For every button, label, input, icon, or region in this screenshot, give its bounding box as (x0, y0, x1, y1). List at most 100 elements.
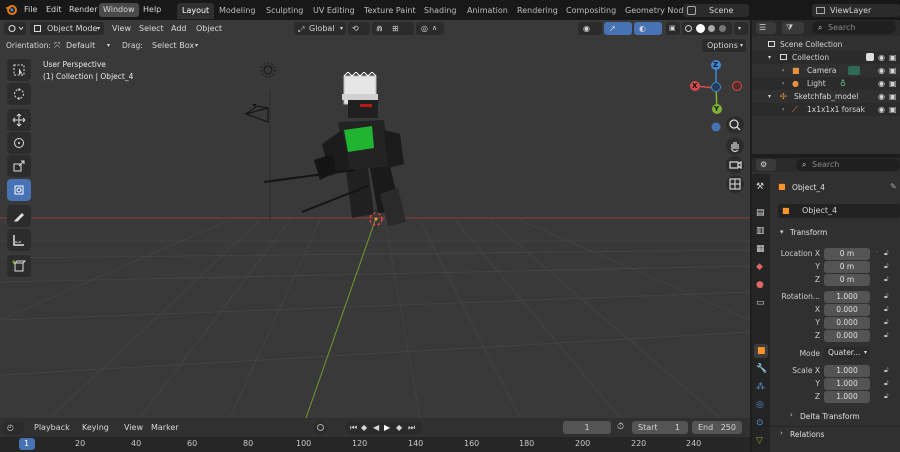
rotation-mode-selector[interactable]: Quater... ▾ (824, 347, 870, 359)
tab-modeling[interactable]: Modeling (214, 3, 260, 19)
outliner-row-armature[interactable]: › ⟋ 1x1x1x1 forsak ◉ ▣ (752, 103, 900, 116)
data-tab-icon[interactable]: ▽ (756, 436, 763, 446)
rotation-z-field[interactable]: 0.000 (824, 330, 870, 342)
tab-texture-paint[interactable]: Texture Paint (359, 3, 421, 19)
timeline-editor-type-button[interactable]: ◴ (4, 421, 24, 434)
world-tab-icon[interactable]: ● (756, 280, 764, 290)
annotate-tool[interactable] (7, 205, 31, 227)
scale-x-field[interactable]: 1.000 (824, 365, 870, 377)
menu-timeline-view[interactable]: View (120, 421, 147, 435)
pivot-point-selector[interactable]: ⟲ (348, 22, 370, 35)
eye-icon[interactable]: ◉ (878, 77, 885, 90)
current-frame-field[interactable]: 1 (563, 421, 611, 434)
menu-view[interactable]: View (108, 22, 135, 36)
menu-render[interactable]: Render (65, 3, 101, 17)
outliner-row-sketchfab-model[interactable]: ▾ ✣ Sketchfab_model ◉ ▣ (752, 90, 900, 103)
display-mode-button[interactable]: ⧩ (782, 22, 804, 34)
keyframe-dot-icon[interactable]: · (876, 249, 878, 256)
menu-keying[interactable]: Keying (78, 421, 113, 435)
jump-keyframe-back-icon[interactable]: ◆ (361, 421, 367, 434)
tab-layout[interactable]: Layout (177, 3, 215, 19)
eye-icon[interactable]: ◉ (878, 64, 885, 77)
pan-button[interactable] (726, 137, 744, 155)
rotation-x-field[interactable]: 0.000 (824, 304, 870, 316)
select-box-tool[interactable] (7, 59, 31, 81)
editor-type-button[interactable] (4, 22, 26, 35)
scene-tab-icon[interactable]: ◆ (756, 262, 763, 272)
lock-icon[interactable]: 🔓︎ (884, 292, 889, 301)
menu-object[interactable]: Object (192, 22, 226, 36)
lock-icon[interactable]: 🔓︎ (884, 275, 889, 284)
blender-logo-icon[interactable] (5, 4, 17, 16)
tab-rendering[interactable]: Rendering (512, 3, 563, 19)
tab-animation[interactable]: Animation (462, 3, 513, 19)
add-cube-tool[interactable] (7, 255, 31, 277)
tab-sculpting[interactable]: Sculpting (261, 3, 308, 19)
properties-editor-type-button[interactable]: ⚙ (756, 159, 776, 171)
menu-select[interactable]: Select (135, 22, 168, 36)
jump-keyframe-forward-icon[interactable]: ◆ (396, 421, 402, 434)
output-tab-icon[interactable]: ▥ (756, 226, 765, 236)
eye-icon[interactable]: ◉ (878, 90, 885, 103)
render-camera-icon[interactable]: ▣ (889, 51, 897, 64)
transform-orientation-selector[interactable]: ⤢ Global ▾ (294, 22, 346, 35)
chevron-right-icon[interactable]: › (790, 411, 793, 419)
menu-window[interactable]: Window (99, 3, 139, 17)
tab-compositing[interactable]: Compositing (561, 3, 621, 19)
character-model[interactable] (258, 72, 418, 242)
menu-playback[interactable]: Playback (30, 421, 74, 435)
outliner-editor-type-button[interactable]: ☰ (756, 22, 776, 34)
physics-tab-icon[interactable]: ◎ (756, 400, 764, 410)
render-camera-icon[interactable]: ▣ (889, 77, 897, 90)
jump-start-icon[interactable]: ⏮ (350, 421, 357, 434)
relations-panel-title[interactable]: Relations (790, 430, 824, 439)
view-layer-selector[interactable]: ViewLayer (812, 4, 900, 17)
chevron-right-icon[interactable]: › (780, 429, 783, 437)
render-camera-icon[interactable]: ▣ (889, 64, 897, 77)
play-icon[interactable]: ▶ (384, 421, 390, 434)
menu-file[interactable]: File (20, 3, 41, 17)
visibility-toggle[interactable]: ◉ (578, 22, 602, 35)
play-reverse-icon[interactable]: ◀ (373, 421, 379, 434)
scale-z-field[interactable]: 1.000 (824, 391, 870, 403)
object-name-field[interactable]: ■ Object_4 (778, 204, 900, 218)
tool-tab-icon[interactable]: ⚒ (756, 182, 764, 192)
scene-selector[interactable]: Scene (683, 4, 749, 17)
move-tool[interactable] (7, 109, 31, 131)
view-layer-tab-icon[interactable]: ▦ (756, 244, 765, 254)
location-y-field[interactable]: 0 m (824, 261, 870, 273)
outliner-row-scene-collection[interactable]: Scene Collection (752, 38, 900, 51)
orientation-selector[interactable]: ⤧ Default ▾ (52, 39, 114, 52)
proportional-editing-toggle[interactable]: ◎ ∧ (416, 22, 444, 35)
lock-icon[interactable]: 🔓︎ (884, 366, 889, 375)
checkbox-icon[interactable] (866, 53, 874, 61)
rotation-y-field[interactable]: 0.000 (824, 317, 870, 329)
stopwatch-icon[interactable]: ⏱ (617, 421, 629, 433)
location-x-field[interactable]: 0 m (824, 248, 870, 260)
outliner-search-input[interactable]: ⌕ Search (812, 21, 896, 34)
lock-icon[interactable]: 🔓︎ (884, 305, 889, 314)
tab-uv-editing[interactable]: UV Editing (308, 3, 360, 19)
outliner-row-camera[interactable]: › ■ Camera ◉ ▣ (752, 64, 900, 77)
delta-transform-panel-title[interactable]: Delta Transform (800, 412, 860, 421)
cursor-tool[interactable] (7, 83, 31, 105)
menu-edit[interactable]: Edit (42, 3, 66, 17)
menu-add[interactable]: Add (167, 22, 191, 36)
constraints-tab-icon[interactable]: ⊙ (756, 418, 764, 428)
rotate-tool[interactable] (7, 132, 31, 154)
lock-icon[interactable]: 🔓︎ (884, 249, 889, 258)
mode-selector[interactable]: Object Mode ▾ (30, 22, 104, 35)
transform-tool[interactable] (7, 179, 31, 201)
lock-icon[interactable]: 🔓︎ (884, 379, 889, 388)
lock-icon[interactable]: 🔓︎ (884, 318, 889, 327)
scale-y-field[interactable]: 1.000 (824, 378, 870, 390)
shading-mode-selector[interactable] (682, 22, 732, 35)
lock-icon[interactable]: 🔓︎ (884, 262, 889, 271)
start-frame-field[interactable]: Start 1 (632, 421, 688, 434)
render-camera-icon[interactable]: ▣ (889, 103, 897, 116)
perspective-toggle-button[interactable] (726, 175, 744, 193)
particles-tab-icon[interactable]: ⁂ (756, 382, 765, 392)
pin-icon[interactable]: ✎ (890, 182, 897, 191)
scale-tool[interactable] (7, 155, 31, 177)
modifier-tab-icon[interactable]: 🔧 (756, 364, 767, 374)
